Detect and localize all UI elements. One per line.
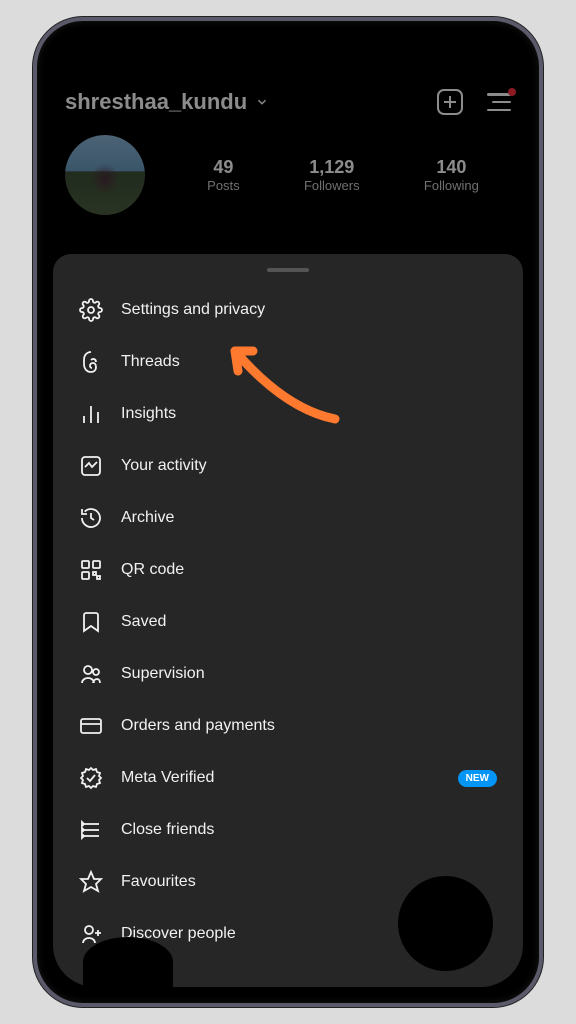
saved-icon <box>79 610 103 634</box>
followers-count: 1,129 <box>304 157 360 178</box>
chevron-down-icon <box>255 95 269 109</box>
menu-label: Your activity <box>121 457 207 475</box>
menu-list: Settings and privacy Threads Insights <box>53 280 523 964</box>
profile-header: shresthaa_kundu 49 Posts <box>45 29 531 225</box>
archive-icon <box>79 506 103 530</box>
profile-stats: 49 Posts 1,129 Followers 140 Following <box>175 157 511 193</box>
menu-label: Threads <box>121 353 180 371</box>
followers-stat[interactable]: 1,129 Followers <box>304 157 360 193</box>
supervision-icon <box>79 662 103 686</box>
following-stat[interactable]: 140 Following <box>424 157 479 193</box>
sheet-drag-handle[interactable] <box>267 268 309 272</box>
menu-item-insights[interactable]: Insights <box>57 388 519 440</box>
menu-item-saved[interactable]: Saved <box>57 596 519 648</box>
menu-label: Settings and privacy <box>121 301 265 319</box>
create-post-button[interactable] <box>437 89 463 115</box>
activity-icon <box>79 454 103 478</box>
menu-label: QR code <box>121 561 184 579</box>
threads-icon <box>79 350 103 374</box>
menu-label: Supervision <box>121 665 205 683</box>
dark-blob-overlay <box>83 937 173 987</box>
card-icon <box>79 714 103 738</box>
menu-item-activity[interactable]: Your activity <box>57 440 519 492</box>
menu-item-close-friends[interactable]: Close friends <box>57 804 519 856</box>
gear-icon <box>79 298 103 322</box>
bottom-sheet: Settings and privacy Threads Insights <box>53 254 523 987</box>
posts-stat[interactable]: 49 Posts <box>207 157 240 193</box>
following-label: Following <box>424 178 479 193</box>
menu-item-threads[interactable]: Threads <box>57 336 519 388</box>
menu-item-settings[interactable]: Settings and privacy <box>57 284 519 336</box>
menu-item-orders[interactable]: Orders and payments <box>57 700 519 752</box>
menu-item-qr[interactable]: QR code <box>57 544 519 596</box>
menu-item-supervision[interactable]: Supervision <box>57 648 519 700</box>
followers-label: Followers <box>304 178 360 193</box>
following-count: 140 <box>424 157 479 178</box>
phone-frame: shresthaa_kundu 49 Posts <box>33 17 543 1007</box>
posts-count: 49 <box>207 157 240 178</box>
menu-item-archive[interactable]: Archive <box>57 492 519 544</box>
star-icon <box>79 870 103 894</box>
notification-dot-icon <box>508 88 516 96</box>
new-badge: NEW <box>458 770 497 787</box>
dark-circle-overlay <box>398 876 493 971</box>
menu-label: Orders and payments <box>121 717 275 735</box>
menu-label: Close friends <box>121 821 214 839</box>
close-friends-icon <box>79 818 103 842</box>
menu-item-verified[interactable]: Meta Verified NEW <box>57 752 519 804</box>
insights-icon <box>79 402 103 426</box>
posts-label: Posts <box>207 178 240 193</box>
username-dropdown[interactable]: shresthaa_kundu <box>65 89 269 115</box>
username-text: shresthaa_kundu <box>65 89 247 115</box>
verified-icon <box>79 766 103 790</box>
avatar[interactable] <box>65 135 145 215</box>
screen: shresthaa_kundu 49 Posts <box>45 29 531 995</box>
qr-icon <box>79 558 103 582</box>
menu-label: Favourites <box>121 873 196 891</box>
menu-label: Saved <box>121 613 166 631</box>
menu-label: Insights <box>121 405 176 423</box>
menu-label: Archive <box>121 509 174 527</box>
hamburger-menu-button[interactable] <box>487 93 511 111</box>
menu-label: Meta Verified <box>121 769 214 787</box>
